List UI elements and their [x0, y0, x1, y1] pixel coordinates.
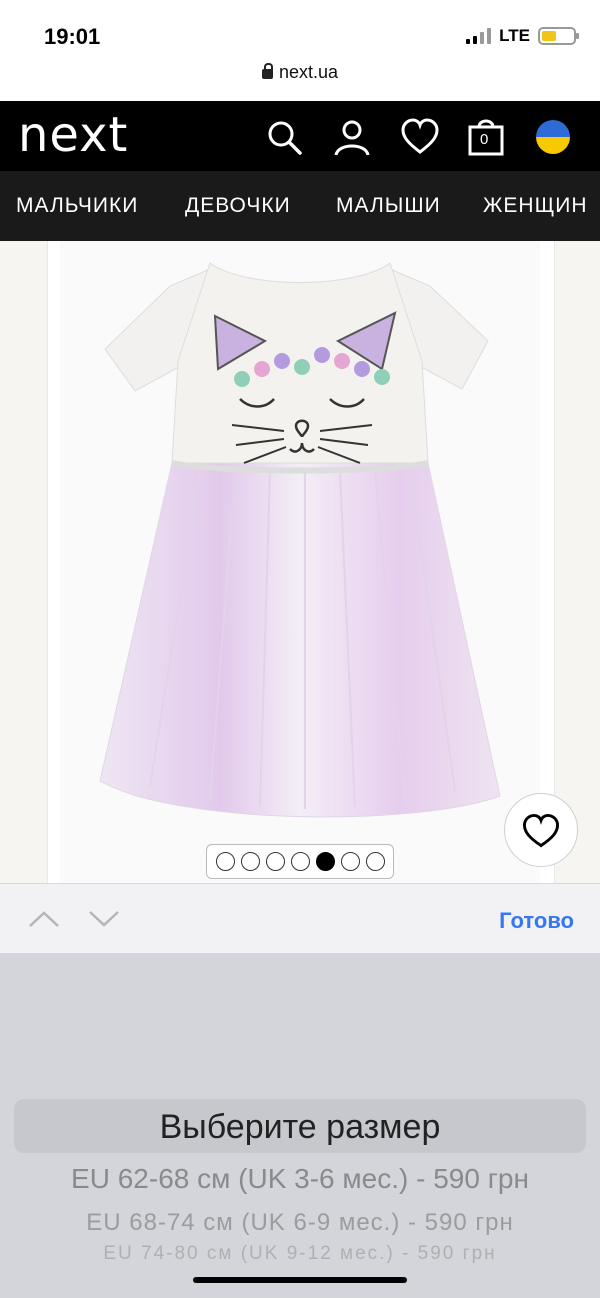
picker-option[interactable]: EU 74-80 см (UK 9-12 мес.) - 590 грн [0, 1243, 600, 1265]
status-bar: 19:01 LTE [0, 0, 600, 60]
picker-option[interactable]: EU 62-68 см (UK 3-6 мес.) - 590 грн [0, 1163, 600, 1195]
done-button[interactable]: Готово [499, 908, 574, 934]
gallery-pagination [206, 844, 394, 879]
url-text: next.ua [278, 62, 339, 82]
site-header: next 0 [0, 101, 600, 171]
user-icon[interactable] [332, 117, 372, 157]
nav-item-girls[interactable]: ДЕВОЧКИ [185, 194, 291, 218]
size-picker[interactable]: Выберите размер EU 62-68 см (UK 3-6 мес.… [0, 953, 600, 1298]
pagination-dot[interactable] [290, 852, 310, 871]
site-logo[interactable]: next [18, 107, 128, 163]
network-label: LTE [499, 26, 530, 45]
pagination-dot[interactable] [365, 852, 385, 871]
category-nav: МАЛЬЧИКИ ДЕВОЧКИ МАЛЫШИ ЖЕНЩИН [0, 171, 600, 241]
picker-toolbar: Готово [0, 883, 600, 953]
picker-option-selected[interactable]: Выберите размер [0, 1108, 600, 1147]
signal-icon [466, 28, 492, 44]
lock-icon [261, 63, 273, 79]
nav-item-women[interactable]: ЖЕНЩИН [483, 194, 588, 218]
pagination-dot[interactable] [215, 852, 235, 871]
heart-icon[interactable] [400, 117, 440, 157]
search-icon[interactable] [264, 117, 304, 157]
nav-item-babies[interactable]: МАЛЫШИ [336, 194, 441, 218]
chevron-down-icon[interactable] [88, 910, 120, 928]
pagination-dot[interactable] [265, 852, 285, 871]
bag-button[interactable]: 0 [466, 117, 506, 157]
status-indicators: LTE [466, 26, 579, 46]
pagination-dot-active[interactable] [315, 852, 335, 871]
nav-item-boys[interactable]: МАЛЬЧИКИ [16, 194, 138, 218]
bag-count: 0 [480, 131, 489, 148]
home-indicator[interactable] [193, 1277, 407, 1283]
product-gallery[interactable] [0, 241, 600, 883]
pagination-dot[interactable] [340, 852, 360, 871]
pagination-dot[interactable] [240, 852, 260, 871]
next-image-preview[interactable] [554, 241, 600, 883]
add-to-favourites-button[interactable] [504, 793, 578, 867]
status-time: 19:01 [44, 24, 101, 49]
chevron-up-icon[interactable] [28, 910, 60, 928]
battery-icon [538, 27, 579, 45]
flag-ukraine-icon[interactable] [534, 118, 572, 156]
address-bar[interactable]: next.ua [0, 62, 600, 83]
previous-image-preview[interactable] [0, 241, 48, 883]
picker-option[interactable]: EU 68-74 см (UK 6-9 мес.) - 590 грн [0, 1209, 600, 1237]
product-image [60, 241, 540, 883]
